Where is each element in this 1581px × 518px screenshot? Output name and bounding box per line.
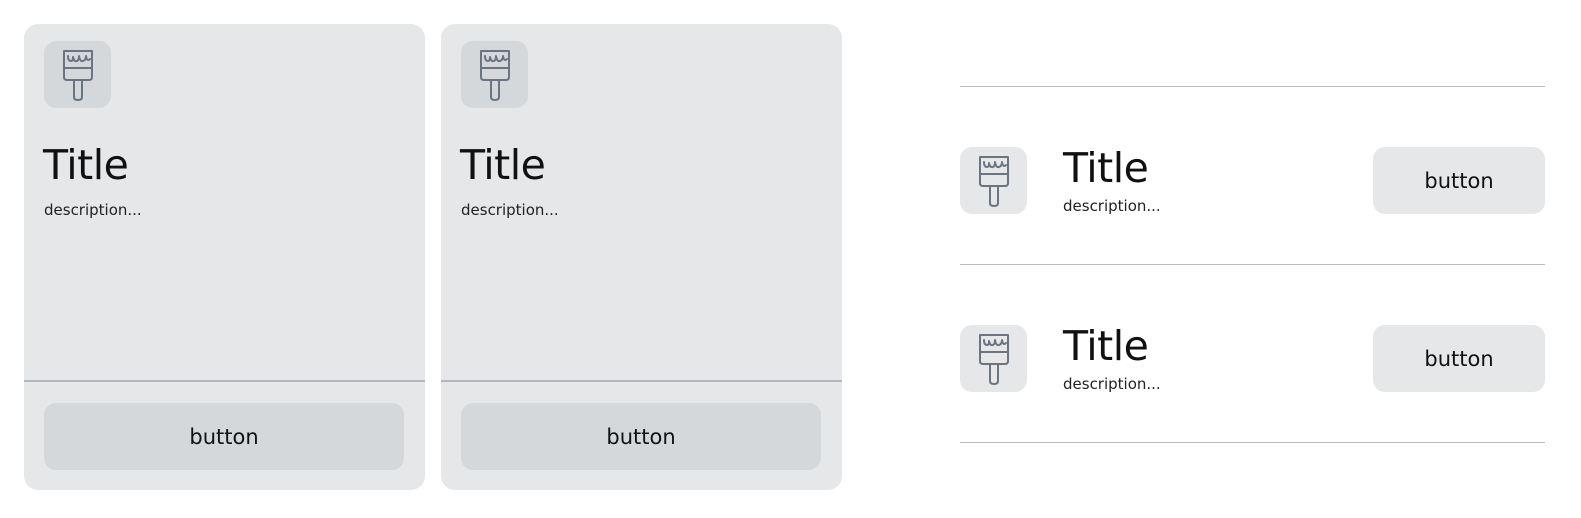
list-divider: [960, 442, 1545, 443]
list-item-title: Title: [1063, 144, 1149, 192]
list-item-icon-tile: [960, 147, 1027, 214]
card: Title description... button: [24, 24, 425, 490]
card-divider: [24, 380, 425, 382]
list-item: Title description... button: [960, 265, 1545, 442]
card-button[interactable]: button: [461, 403, 821, 470]
card-description: description...: [461, 201, 559, 219]
card-button[interactable]: button: [44, 403, 404, 470]
paintbrush-icon: [978, 333, 1009, 385]
list: Title description... button Title descri…: [960, 86, 1545, 443]
card-title: Title: [460, 141, 546, 189]
card-divider: [441, 380, 842, 382]
paintbrush-icon: [62, 49, 93, 101]
card-description: description...: [44, 201, 142, 219]
card: Title description... button: [441, 24, 842, 490]
list-item-button[interactable]: button: [1373, 147, 1545, 214]
list-item-icon-tile: [960, 325, 1027, 392]
list-item: Title description... button: [960, 87, 1545, 264]
list-item-description: description...: [1063, 197, 1161, 215]
paintbrush-icon: [978, 155, 1009, 207]
component-gallery: Title description... button Title descri…: [0, 0, 1581, 518]
paintbrush-icon: [479, 49, 510, 101]
list-item-description: description...: [1063, 375, 1161, 393]
list-item-button[interactable]: button: [1373, 325, 1545, 392]
card-title: Title: [43, 141, 129, 189]
card-icon-tile: [461, 41, 528, 108]
list-item-title: Title: [1063, 322, 1149, 370]
card-icon-tile: [44, 41, 111, 108]
